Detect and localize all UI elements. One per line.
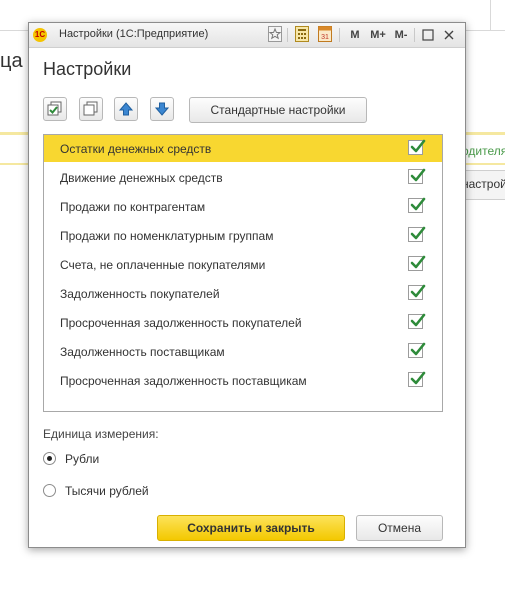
uncheck-all-button[interactable] (79, 97, 103, 121)
cancel-button[interactable]: Отмена (356, 515, 443, 541)
maximize-icon[interactable] (421, 26, 435, 44)
list-item-label: Задолженность покупателей (60, 287, 220, 301)
checkbox[interactable] (408, 139, 426, 155)
list-item[interactable]: Движение денежных средств (44, 164, 442, 191)
settings-dialog: 1С Настройки (1С:Предприятие) 31 M M+ M-… (28, 22, 466, 548)
background-page-title: ца (0, 50, 23, 72)
1c-logo-icon: 1С (33, 28, 47, 42)
list-item[interactable]: Задолженность покупателей (44, 280, 442, 307)
list-item-label: Продажи по номенклатурным группам (60, 229, 274, 243)
list-item[interactable]: Продажи по номенклатурным группам (44, 222, 442, 249)
checkmark-icon (410, 226, 426, 240)
checkbox[interactable] (408, 255, 426, 271)
calendar-icon[interactable]: 31 (318, 26, 332, 44)
check-all-button[interactable] (43, 97, 67, 121)
memory-subtract-button[interactable]: M- (391, 26, 411, 44)
save-and-close-button[interactable]: Сохранить и закрыть (157, 515, 345, 541)
checkbox[interactable] (408, 197, 426, 213)
standard-settings-button[interactable]: Стандартные настройки (189, 97, 367, 123)
background-link[interactable]: одителя (462, 144, 505, 158)
checkbox[interactable] (408, 226, 426, 242)
calculator-icon[interactable] (295, 26, 309, 44)
report-list: Остатки денежных средств Движение денежны… (43, 134, 443, 412)
checkmark-icon (410, 313, 426, 327)
memory-button[interactable]: M (348, 26, 362, 44)
checkmark-icon (410, 139, 426, 153)
background-button-label: настройки (462, 177, 505, 191)
toolbar-separator (339, 28, 340, 42)
units-label: Единица измерения: (43, 427, 159, 441)
list-item[interactable]: Остатки денежных средств (44, 135, 442, 162)
list-item-label: Движение денежных средств (60, 171, 223, 185)
list-item[interactable]: Просроченная задолженность поставщикам (44, 367, 442, 394)
list-item-label: Задолженность поставщикам (60, 345, 225, 359)
toolbar-separator (287, 28, 288, 42)
move-down-button[interactable] (150, 97, 174, 121)
list-item[interactable]: Просроченная задолженность покупателей (44, 309, 442, 336)
checkmark-icon (410, 255, 426, 269)
list-item-label: Продажи по контрагентам (60, 200, 206, 214)
checkmark-icon (410, 284, 426, 298)
radio-button[interactable] (43, 484, 56, 497)
window-title: Настройки (1С:Предприятие) (59, 28, 209, 40)
checkbox[interactable] (408, 342, 426, 358)
checkmark-icon (410, 371, 426, 385)
memory-add-button[interactable]: M+ (368, 26, 388, 44)
list-item-label: Остатки денежных средств (60, 142, 212, 156)
radio-label: Тысячи рублей (65, 484, 149, 498)
checkbox[interactable] (408, 284, 426, 300)
background-divider (490, 0, 491, 30)
close-icon[interactable] (442, 26, 456, 44)
favorites-star-icon[interactable] (268, 26, 282, 44)
list-item-label: Просроченная задолженность поставщикам (60, 374, 307, 388)
radio-button[interactable] (43, 452, 56, 465)
checkbox[interactable] (408, 371, 426, 387)
list-item-label: Счета, не оплаченные покупателями (60, 258, 266, 272)
checkmark-icon (410, 168, 426, 182)
checkmark-icon (410, 342, 426, 356)
checkbox[interactable] (408, 313, 426, 329)
radio-selected-dot (47, 456, 52, 461)
list-item-label: Просроченная задолженность покупателей (60, 316, 302, 330)
list-item[interactable]: Задолженность поставщикам (44, 338, 442, 365)
radio-label: Рубли (65, 452, 100, 466)
move-up-button[interactable] (114, 97, 138, 121)
list-item[interactable]: Счета, не оплаченные покупателями (44, 251, 442, 278)
checkbox[interactable] (408, 168, 426, 184)
checkmark-icon (410, 197, 426, 211)
form-title: Настройки (43, 59, 132, 79)
toolbar-separator (414, 28, 415, 42)
window-titlebar[interactable]: 1С Настройки (1С:Предприятие) 31 M M+ M- (29, 23, 465, 48)
list-item[interactable]: Продажи по контрагентам (44, 193, 442, 220)
calendar-day: 31 (321, 34, 329, 41)
